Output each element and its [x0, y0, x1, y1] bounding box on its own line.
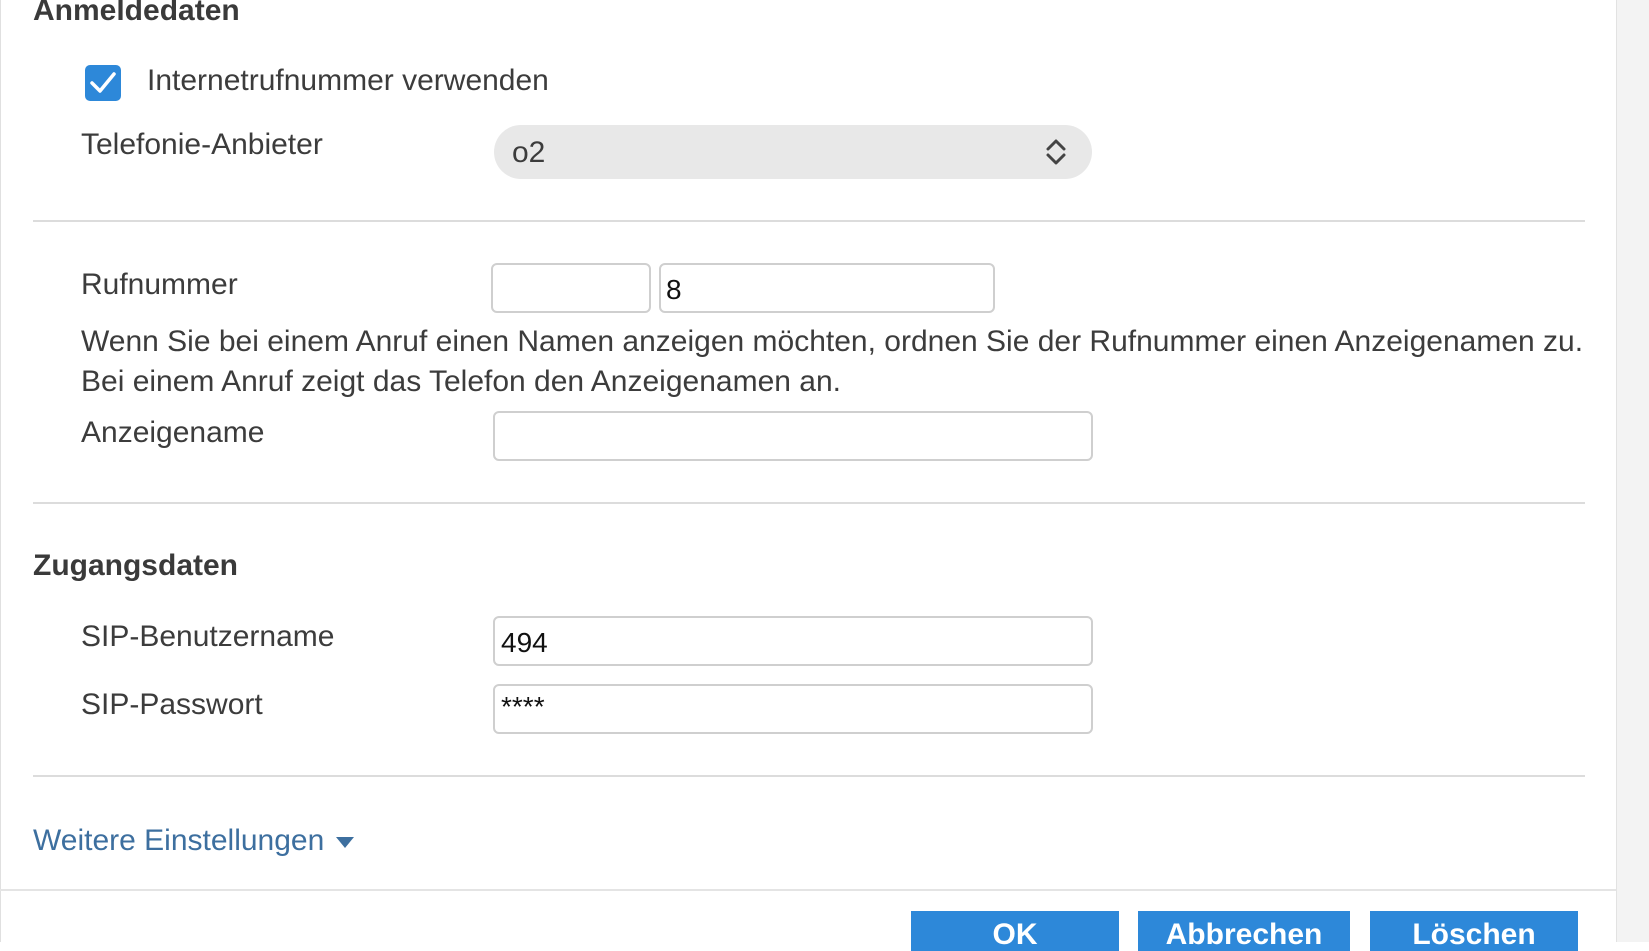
divider: [33, 775, 1585, 777]
ok-button[interactable]: OK: [911, 911, 1119, 951]
help-text-line-2: Bei einem Anruf zeigt das Telefon den An…: [81, 365, 841, 398]
sip-password-value: ****: [501, 691, 545, 722]
sip-username-label: SIP-Benutzername: [81, 620, 335, 653]
sip-username-value: 494: [501, 627, 548, 658]
more-settings-label: Weitere Einstellungen: [33, 824, 325, 857]
display-name-label: Anzeigename: [81, 416, 265, 449]
section-title-access: Zugangsdaten: [33, 549, 239, 582]
dialog-left-border: [0, 0, 1, 942]
divider: [33, 220, 1585, 222]
number-value: 8: [666, 274, 682, 305]
display-name-input[interactable]: [493, 411, 1093, 461]
sip-password-label: SIP-Passwort: [81, 688, 263, 721]
section-title-login: Anmeldedaten: [33, 0, 240, 27]
internet-number-checkbox[interactable]: [85, 65, 121, 101]
provider-select[interactable]: o2: [494, 125, 1092, 179]
divider: [33, 502, 1585, 504]
cancel-button[interactable]: Abbrechen: [1138, 911, 1350, 951]
provider-label: Telefonie-Anbieter: [81, 128, 323, 161]
provider-selected-value: o2: [512, 136, 546, 169]
up-down-chevron-icon: [1046, 139, 1066, 165]
internet-number-label: Internetrufnummer verwenden: [147, 64, 549, 97]
checkmark-icon: [90, 72, 116, 93]
number-label: Rufnummer: [81, 268, 238, 301]
triangle-down-icon: [335, 837, 354, 849]
sip-password-input[interactable]: ****: [493, 684, 1093, 734]
footer-divider: [0, 889, 1616, 891]
sip-username-input[interactable]: 494: [493, 616, 1093, 666]
delete-button[interactable]: Löschen: [1370, 911, 1578, 951]
number-input[interactable]: 8: [659, 263, 995, 313]
help-text-line-1: Wenn Sie bei einem Anruf einen Namen anz…: [81, 325, 1584, 358]
help-text: Wenn Sie bei einem Anruf einen Namen anz…: [81, 322, 1611, 402]
number-prefix-input[interactable]: [491, 263, 651, 313]
more-settings-link[interactable]: Weitere Einstellungen: [33, 824, 355, 858]
scrollbar-gutter[interactable]: [1616, 0, 1649, 942]
